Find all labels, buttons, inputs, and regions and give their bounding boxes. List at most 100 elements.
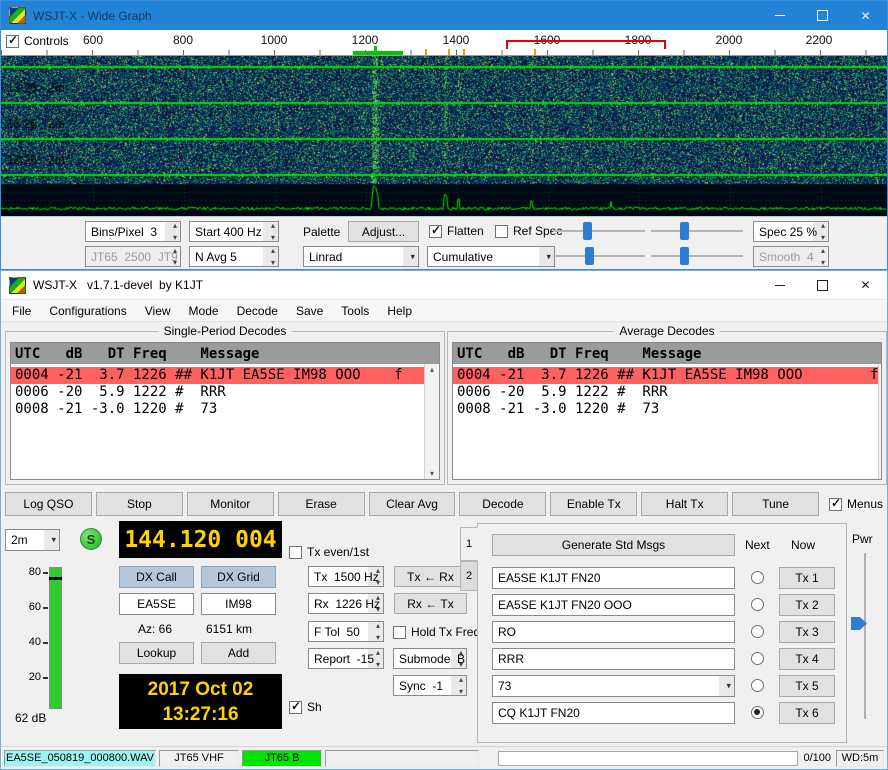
slider-handle[interactable] (585, 247, 594, 265)
dx-grid-button[interactable]: DX Grid (201, 566, 276, 588)
dx-call-button[interactable]: DX Call (119, 566, 194, 588)
tx-2-button[interactable]: Tx 2 (779, 594, 835, 616)
tx-message-input-3[interactable]: RO (492, 621, 735, 643)
decode-row[interactable]: 0008 -21 -3.0 1220 # 73 (11, 401, 424, 418)
maximize-button[interactable] (801, 1, 844, 30)
menu-item-mode[interactable]: Mode (180, 302, 228, 320)
menu-item-tools[interactable]: Tools (332, 302, 378, 320)
monitor-button[interactable]: Monitor (187, 492, 274, 516)
tune-button[interactable]: Tune (732, 492, 819, 516)
palette-combobox[interactable]: Linrad (303, 246, 419, 267)
generate-std-msgs-button[interactable]: Generate Std Msgs (492, 534, 735, 556)
controls-checkbox[interactable]: Controls (6, 34, 69, 48)
menu-item-file[interactable]: File (3, 302, 40, 320)
decode-row[interactable]: 0004 -21 3.7 1226 ## K1JT EA5SE IM98 OOO… (11, 367, 424, 384)
maximize-button[interactable] (801, 271, 844, 299)
next-radio-1[interactable] (751, 571, 764, 584)
tx-5-button[interactable]: Tx 5 (779, 675, 835, 697)
tx-6-button[interactable]: Tx 6 (779, 702, 835, 724)
pwr-slider[interactable] (864, 553, 866, 719)
sh-checkbox[interactable]: Sh (289, 700, 322, 714)
tx-message-combobox-5[interactable]: 73 (492, 675, 735, 697)
dx-grid-input[interactable]: IM98 (201, 593, 276, 615)
checkbox-box[interactable] (393, 626, 406, 639)
enable-tx-button[interactable]: Enable Tx (550, 492, 637, 516)
scroll-down-icon[interactable]: ▾ (430, 469, 434, 478)
spectrum-zero-slider[interactable] (651, 246, 743, 266)
tx-from-rx-button[interactable]: Tx ← Rx (394, 566, 467, 587)
tx-even-checkbox[interactable]: Tx even/1st (289, 545, 369, 559)
stop-button[interactable]: Stop (96, 492, 183, 516)
flatten-checkbox[interactable]: Flatten (429, 224, 484, 238)
waterfall-zero-slider[interactable] (651, 221, 743, 241)
tx-message-input-1[interactable]: EA5SE K1JT FN20 (492, 567, 735, 589)
decode-button[interactable]: Decode (459, 492, 546, 516)
decode-row[interactable]: 0006 -20 5.9 1222 # RRR (11, 384, 424, 401)
menu-item-configurations[interactable]: Configurations (40, 302, 135, 320)
close-button[interactable]: ✕ (844, 1, 887, 30)
decode-row[interactable]: 0006 -20 5.9 1222 # RRR (453, 384, 878, 401)
next-radio-4[interactable] (751, 652, 764, 665)
vertical-scrollbar[interactable]: ▴ ▾ (424, 364, 439, 479)
tx-message-input-2[interactable]: EA5SE K1JT FN20 OOO (492, 594, 735, 616)
slider-handle[interactable] (680, 247, 689, 265)
average-mode-combobox[interactable]: Cumulative (427, 246, 555, 267)
start-freq-spinner[interactable]: Start 400 Hz (189, 221, 279, 242)
checkbox-box[interactable] (495, 225, 508, 238)
dx-call-input[interactable]: EA5SE (119, 593, 194, 615)
decode-row[interactable]: 0008 -21 -3.0 1220 # 73 (453, 401, 878, 418)
rx-from-tx-button[interactable]: Rx ← Tx (394, 593, 467, 614)
checkbox-box[interactable] (429, 225, 442, 238)
slider-handle[interactable] (583, 222, 592, 240)
bins-pixel-spinner[interactable]: Bins/Pixel 3 (85, 221, 181, 242)
next-radio-5[interactable] (751, 679, 764, 692)
smooth-spinner[interactable]: Smooth 4 (753, 246, 829, 267)
n-avg-spinner[interactable]: N Avg 5 (189, 246, 279, 267)
halt-tx-button[interactable]: Halt Tx (641, 492, 728, 516)
ftol-spinner[interactable]: F Tol 50 (308, 621, 384, 642)
sync-spinner[interactable]: Sync -1 (393, 675, 467, 696)
erase-button[interactable]: Erase (278, 492, 365, 516)
spec-percent-spinner[interactable]: Spec 25 % (753, 221, 829, 242)
tx-message-input-6[interactable]: CQ K1JT FN20 (492, 702, 735, 724)
rx-freq-spinner[interactable]: Rx 1226 Hz (308, 593, 384, 614)
waterfall-display[interactable] (1, 56, 887, 216)
menus-checkbox[interactable]: Menus (829, 497, 883, 511)
slider-handle[interactable] (680, 222, 689, 240)
log-qso-button[interactable]: Log QSO (5, 492, 92, 516)
tab-2[interactable]: 2 (460, 561, 478, 591)
checkbox-box[interactable] (289, 546, 302, 559)
scroll-up-icon[interactable]: ▴ (430, 365, 434, 374)
checkbox-box[interactable] (829, 498, 842, 511)
report-spinner[interactable]: Report -15 (308, 648, 384, 669)
menu-item-decode[interactable]: Decode (228, 302, 287, 320)
tx-3-button[interactable]: Tx 3 (779, 621, 835, 643)
submode-spinner[interactable]: Submode B (393, 648, 467, 669)
add-button[interactable]: Add (201, 642, 276, 664)
tx-message-input-4[interactable]: RRR (492, 648, 735, 670)
tx-4-button[interactable]: Tx 4 (779, 648, 835, 670)
tx-freq-spinner[interactable]: Tx 1500 Hz (308, 566, 384, 587)
checkbox-box[interactable] (6, 35, 19, 48)
jt65-jt9-split-spinner[interactable]: JT65 2500 JT9 (85, 246, 181, 267)
spectrum-gain-slider[interactable] (553, 246, 645, 266)
hold-tx-freq-checkbox[interactable]: Hold Tx Freq (393, 625, 480, 639)
vertical-scrollbar[interactable]: ▴ ▾ (878, 364, 881, 479)
adjust-button[interactable]: Adjust... (348, 221, 419, 242)
next-radio-2[interactable] (751, 598, 764, 611)
band-combobox[interactable]: 2m (5, 529, 60, 551)
next-radio-6[interactable] (751, 706, 764, 719)
lookup-button[interactable]: Lookup (119, 642, 194, 664)
waterfall-gain-slider[interactable] (553, 221, 645, 241)
clear-avg-button[interactable]: Clear Avg (369, 492, 456, 516)
close-button[interactable]: ✕ (844, 271, 887, 299)
next-radio-3[interactable] (751, 625, 764, 638)
menu-item-view[interactable]: View (136, 302, 180, 320)
tx-1-button[interactable]: Tx 1 (779, 567, 835, 589)
checkbox-box[interactable] (289, 701, 302, 714)
menu-item-help[interactable]: Help (378, 302, 421, 320)
minimize-button[interactable] (758, 1, 801, 30)
tab-1[interactable]: 1 (460, 527, 478, 561)
menu-item-save[interactable]: Save (287, 302, 332, 320)
decode-row[interactable]: 0004 -21 3.7 1226 ## K1JT EA5SE IM98 OOO… (453, 367, 878, 384)
